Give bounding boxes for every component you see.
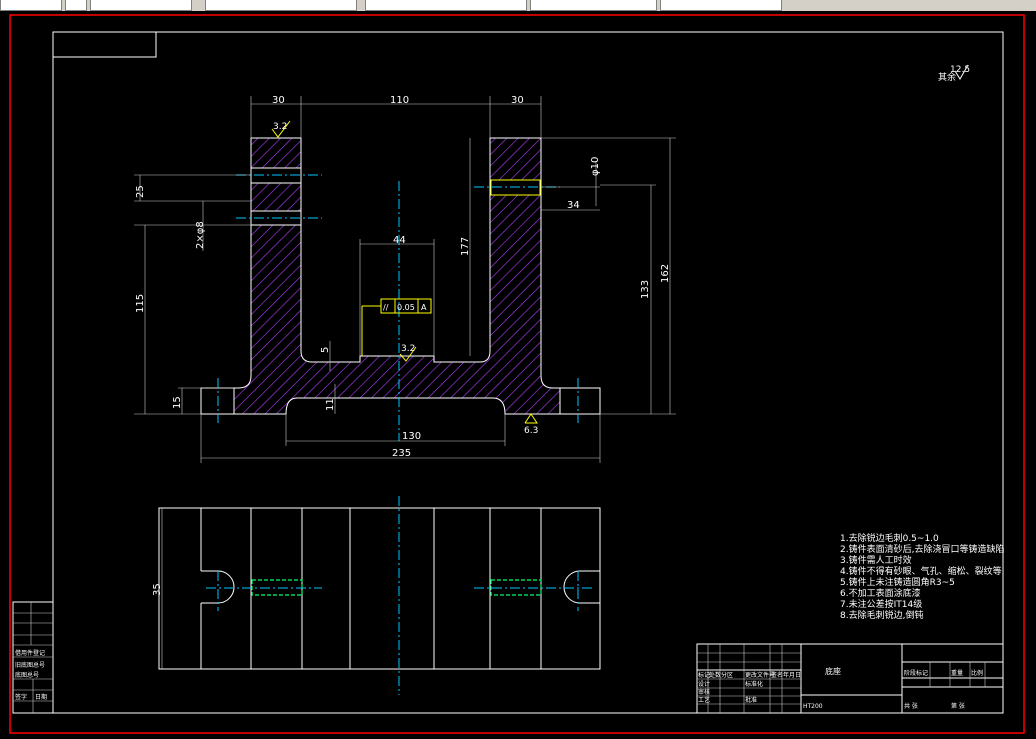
dim-30-right: 30: [511, 95, 524, 106]
side-cell-old-base: 旧底图总号: [15, 661, 45, 669]
roughness-other-value: 12.5: [950, 65, 970, 75]
tb-cell-sign: 签名: [771, 671, 783, 679]
dim-30-left: 30: [272, 95, 285, 106]
front-view-section: [200, 137, 601, 441]
toolbar-strip: [0, 0, 1036, 11]
dim-110: 110: [390, 95, 409, 106]
note-6: 6.不加工表面涂底漆: [840, 587, 921, 599]
tb-cell-stage: 阶段标记: [904, 669, 928, 677]
toolbar-field[interactable]: [0, 0, 62, 11]
tb-cell-design: 设计: [698, 680, 710, 688]
dim-130: 130: [402, 431, 421, 442]
dim-44: 44: [393, 235, 406, 246]
toolbar-field[interactable]: [90, 0, 192, 11]
tb-cell-total-sheets: 共 张: [904, 702, 918, 710]
tb-cell-standard: 标准化: [745, 680, 763, 688]
tb-cell-weight: 重量: [951, 669, 963, 677]
roughness-value-bottom: 6.3: [524, 426, 538, 436]
note-5: 5.铸件上未注铸造圆角R3~5: [840, 576, 955, 588]
dim-25: 25: [135, 185, 146, 198]
tb-cell-approve: 批准: [745, 696, 757, 704]
cad-drawing-canvas[interactable]: 30 110 30 25 115 15 2×φ8 44 177 5 11 130…: [0, 11, 1036, 739]
tolerance-datum: A: [421, 303, 427, 312]
tb-cell-scale: 比例: [971, 669, 983, 677]
technical-notes: 1.去除锐边毛刺0.5~1.0 2.铸件表面清砂后,去除浇冒口等铸造缺陷 3.铸…: [840, 532, 1004, 621]
dim-133: 133: [640, 280, 651, 299]
dim-11: 11: [325, 398, 336, 411]
dim-34: 34: [567, 200, 580, 211]
tolerance-symbol: //: [383, 303, 389, 312]
tb-cell-zone: 分区: [721, 671, 733, 679]
toolbar-field[interactable]: [365, 0, 527, 11]
dim-177: 177: [460, 237, 471, 256]
note-8: 8.去除毛刺锐边,倒钝: [840, 609, 923, 621]
toolbar-field[interactable]: [205, 0, 357, 11]
dim-2xphi8: 2×φ8: [195, 221, 206, 249]
tb-cell-review: 审核: [698, 688, 710, 696]
tb-cell-date: 年月日: [783, 671, 801, 679]
tb-cell-count: 处数: [709, 671, 721, 679]
title-material: HT200: [803, 703, 823, 710]
toolbar-field[interactable]: [660, 0, 782, 11]
roughness-value-top: 3.2: [273, 122, 287, 132]
dim-phi10: φ10: [590, 157, 601, 176]
note-1: 1.去除锐边毛刺0.5~1.0: [840, 532, 939, 544]
dim-162: 162: [660, 264, 671, 283]
roughness-value-mid: 3.2: [401, 344, 415, 354]
note-2: 2.铸件表面清砂后,去除浇冒口等铸造缺陷: [840, 543, 1004, 555]
reverse-title-box: [52, 31, 157, 58]
toolbar-field[interactable]: [530, 0, 657, 11]
dim-115: 115: [135, 294, 146, 313]
tb-cell-process: 工艺: [698, 696, 710, 704]
note-7: 7.未注公差按IT14级: [840, 598, 922, 610]
note-3: 3.铸件需人工时效: [840, 554, 912, 566]
roughness-symbol-bottom: [524, 413, 538, 424]
tolerance-value: 0.05: [397, 303, 415, 312]
dim-35: 35: [152, 583, 163, 596]
dim-15: 15: [172, 396, 183, 409]
dim-235: 235: [392, 448, 411, 459]
top-view: [158, 496, 601, 695]
side-cell-borrow: 借用件登记: [15, 649, 45, 657]
side-cell-date: 日期: [35, 693, 47, 701]
tb-cell-sheet-no: 第 张: [951, 702, 965, 710]
side-cell-base: 底图总号: [15, 671, 39, 679]
note-4: 4.铸件不得有砂眼、气孔、缩松、裂纹等: [840, 565, 1002, 577]
toolbar-icon[interactable]: [65, 0, 87, 11]
side-cell-sign: 签字: [15, 693, 27, 701]
title-part-name: 底座: [825, 666, 841, 676]
dim-5: 5: [320, 347, 331, 353]
